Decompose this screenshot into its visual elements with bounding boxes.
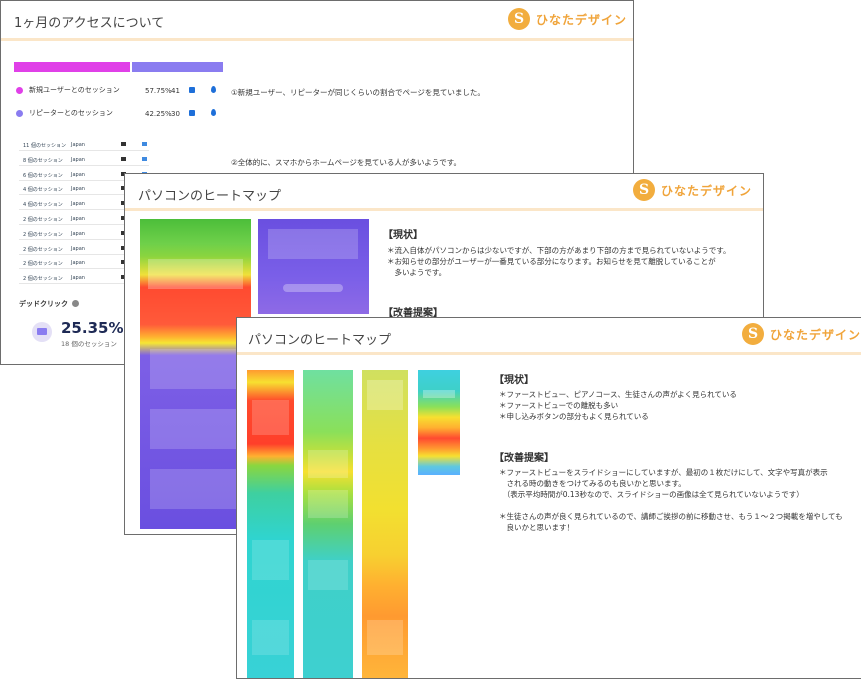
status-item: ＊申し込みボタンの部分もよく見られている — [499, 412, 649, 421]
status-item: ＊お知らせの部分がユーザーが一番見ている部分になります。お知らせを見て離脱してい… — [387, 257, 716, 266]
session-row[interactable]: 8 個のセッション Japan — [19, 155, 149, 166]
dead-click-value: 25.35% — [61, 319, 124, 337]
brand-logo-text: ひなたデザイン — [770, 327, 861, 342]
pc-heatmap-card-2: パソコンのヒートマップ S ひなたデザイン 【現状】 ＊ファーストビュー、ピアノ… — [236, 317, 861, 679]
session-country: Japan — [71, 201, 85, 208]
session-country: Japan — [71, 245, 85, 252]
status-item: ＊ファーストビューでの離脱も多い — [499, 401, 619, 410]
session-count: 11 個のセッション — [23, 143, 66, 149]
drop-icon[interactable] — [211, 109, 216, 116]
heatmap-screenshot-2 — [258, 219, 369, 314]
dead-click-icon — [32, 322, 52, 342]
proposal-list: ＊ファーストビューをスライドショーにしていますが、最初の１枚だけにして、文字や写… — [499, 467, 843, 533]
brand-logo: S ひなたデザイン — [742, 323, 861, 345]
play-icon[interactable] — [142, 156, 147, 161]
status-item: 多いようです。 — [387, 268, 447, 277]
session-count: 2 個のセッション — [23, 276, 63, 283]
proposal-item — [499, 500, 843, 511]
brand-logo: S ひなたデザイン — [508, 8, 627, 30]
legend-count: 41 — [171, 87, 180, 95]
legend-percent: 42.25% — [145, 110, 172, 118]
returning-user-bar — [132, 62, 223, 72]
session-country: Japan — [71, 142, 85, 148]
status-item: ＊ファーストビュー、ピアノコース、生徒さんの声がよく見られている — [499, 390, 737, 399]
device-icon — [121, 142, 126, 146]
sun-logo-icon: S — [633, 179, 655, 201]
heatmap-strip-1 — [247, 370, 294, 678]
status-heading: 【現状】 — [383, 230, 423, 241]
legend-label: リピーターとのセッション — [29, 109, 113, 117]
dead-click-label: デッドクリック — [19, 300, 68, 308]
legend-dot-icon — [16, 86, 23, 94]
card-title: パソコンのヒートマップ — [248, 333, 392, 348]
status-item: ＊流入自体がパソコンからは少ないですが、下部の方があまり下部の方まで見られていな… — [387, 246, 731, 255]
heatmap-strip-3 — [362, 370, 408, 678]
proposal-item: 良いかと思います！ — [499, 523, 574, 532]
session-country: Japan — [71, 230, 85, 237]
device-icon — [121, 156, 126, 161]
status-list: ＊ファーストビュー、ピアノコース、生徒さんの声がよく見られている ＊ファーストビ… — [499, 389, 737, 422]
brand-logo-text: ひなたデザイン — [536, 12, 628, 27]
heatmap-strip-4 — [418, 370, 460, 475]
proposal-heading: 【改善提案】 — [494, 453, 554, 464]
session-country: Japan — [71, 186, 85, 193]
note-2: ②全体的に、スマホからホームページを見ている人が多いようです。 — [231, 158, 461, 167]
drop-icon[interactable] — [211, 86, 216, 93]
session-country: Japan — [71, 156, 85, 163]
session-count: 6 個のセッション — [23, 172, 63, 179]
sun-logo-icon: S — [742, 323, 764, 345]
proposal-item: （表示平均時間が0.13秒なので、スライドショーの画像は全て見られていないようで… — [499, 490, 804, 499]
new-user-bar — [14, 62, 130, 72]
session-row[interactable]: 11 個のセッション Japan — [19, 140, 149, 151]
note-1: ①新規ユーザー、リピーターが同じくらいの割合でページを見ていました。 — [231, 88, 485, 97]
dead-click-sessions: 18 個のセッション — [61, 340, 117, 348]
heatmap-strip-2 — [303, 370, 353, 678]
legend-count: 30 — [171, 110, 180, 118]
session-count: 4 個のセッション — [23, 187, 63, 194]
card-title: 1ヶ月のアクセスについて — [14, 16, 165, 31]
info-icon — [72, 300, 79, 307]
legend-new-users: 新規ユーザーとのセッション — [16, 85, 120, 95]
status-list: ＊流入自体がパソコンからは少ないですが、下部の方があまり下部の方まで見られていな… — [387, 245, 731, 278]
play-icon[interactable] — [142, 142, 147, 146]
sun-logo-icon: S — [508, 8, 530, 30]
heatmap-screenshot-1 — [140, 219, 251, 529]
proposal-item: ＊ファーストビューをスライドショーにしていますが、最初の１枚だけにして、文字や写… — [499, 468, 828, 477]
session-country: Japan — [71, 216, 85, 222]
legend-dot-icon — [16, 109, 23, 117]
legend-percent: 57.75% — [145, 87, 172, 95]
session-count: 2 個のセッション — [23, 246, 63, 253]
session-count: 2 個のセッション — [23, 261, 63, 268]
brand-logo-text: ひなたデザイン — [661, 183, 753, 198]
legend-label: 新規ユーザーとのセッション — [29, 86, 120, 94]
proposal-item: される時の動きをつけてみるのも良いかと思います。 — [499, 479, 686, 488]
video-icon[interactable] — [189, 87, 195, 93]
card-title: パソコンのヒートマップ — [138, 189, 282, 204]
session-count: 8 個のセッション — [23, 157, 63, 164]
status-heading: 【現状】 — [494, 375, 534, 386]
legend-returning-users: リピーターとのセッション — [16, 108, 113, 118]
session-count: 2 個のセッション — [23, 231, 63, 238]
session-country: Japan — [71, 171, 85, 178]
session-country: Japan — [71, 260, 85, 267]
session-count: 2 個のセッション — [23, 217, 63, 223]
session-country: Japan — [71, 275, 85, 282]
proposal-item: ＊生徒さんの声が良く見られているので、講師ご挨拶の前に移動させ、もう１～２つ掲載… — [499, 512, 843, 521]
video-icon[interactable] — [189, 110, 195, 116]
brand-logo: S ひなたデザイン — [633, 179, 752, 201]
session-count: 4 個のセッション — [23, 202, 63, 209]
